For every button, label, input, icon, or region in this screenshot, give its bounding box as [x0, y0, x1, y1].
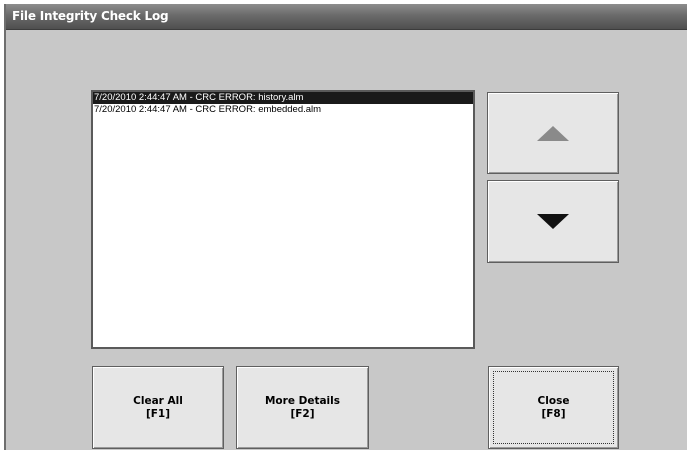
triangle-up-icon: [537, 125, 569, 141]
triangle-down-icon: [537, 214, 569, 229]
window-title: File Integrity Check Log: [12, 9, 169, 23]
log-entry[interactable]: 7/20/2010 2:44:47 AM - CRC ERROR: histor…: [93, 92, 473, 104]
clear-all-label: Clear All [F1]: [133, 394, 183, 420]
close-label: Close [F8]: [537, 394, 570, 420]
more-details-button[interactable]: More Details [F2]: [236, 366, 369, 449]
clear-all-button[interactable]: Clear All [F1]: [92, 366, 224, 449]
log-list[interactable]: 7/20/2010 2:44:47 AM - CRC ERROR: histor…: [91, 90, 475, 349]
scroll-down-button[interactable]: [487, 180, 619, 263]
title-bar: File Integrity Check Log: [6, 4, 687, 30]
close-button[interactable]: Close [F8]: [488, 366, 619, 449]
scroll-up-button[interactable]: [487, 92, 619, 174]
file-integrity-check-log-window: File Integrity Check Log 7/20/2010 2:44:…: [4, 4, 687, 450]
more-details-label: More Details [F2]: [264, 394, 340, 420]
log-entry[interactable]: 7/20/2010 2:44:47 AM - CRC ERROR: embedd…: [93, 104, 473, 116]
